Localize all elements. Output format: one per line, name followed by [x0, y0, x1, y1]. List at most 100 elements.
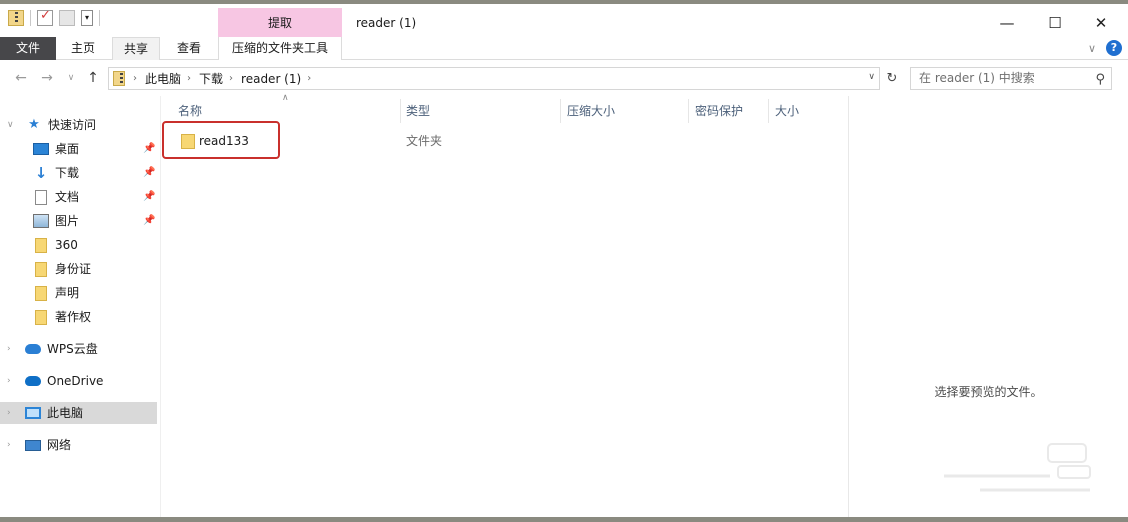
- folder-icon: [35, 309, 47, 325]
- chevron-right-icon[interactable]: ›: [133, 73, 137, 84]
- column-separator[interactable]: [560, 99, 561, 123]
- zip-folder-icon: [8, 10, 24, 26]
- pin-icon: 📌: [143, 167, 156, 178]
- chevron-right-icon[interactable]: ›: [7, 402, 11, 424]
- nav-item-network[interactable]: › 网络: [0, 434, 160, 456]
- nav-label: 桌面: [55, 142, 80, 156]
- computer-icon: [25, 407, 41, 419]
- forward-button[interactable]: →: [38, 68, 56, 88]
- tab-compressed-folder-tools[interactable]: 压缩的文件夹工具: [218, 37, 342, 60]
- expand-ribbon-icon[interactable]: ∨: [1088, 42, 1096, 55]
- properties-icon[interactable]: [37, 8, 53, 26]
- chevron-right-icon[interactable]: ›: [7, 370, 11, 392]
- nav-label: 文档: [55, 190, 80, 204]
- column-separator[interactable]: [400, 99, 401, 123]
- breadcrumb-reader[interactable]: reader (1): [241, 72, 301, 86]
- nav-item-pictures[interactable]: 图片 📌: [0, 210, 160, 232]
- column-header-size[interactable]: 大小: [775, 99, 799, 123]
- nav-item-documents[interactable]: 文档 📌: [0, 186, 160, 208]
- toolbar-separator: [99, 10, 100, 26]
- nav-label: 此电脑: [47, 406, 84, 420]
- folder-icon: [181, 134, 195, 149]
- nav-item-this-pc[interactable]: › 此电脑: [0, 402, 157, 424]
- preview-empty-message: 选择要预览的文件。: [934, 385, 1043, 399]
- help-icon[interactable]: ?: [1106, 40, 1122, 56]
- desktop-icon: [33, 143, 49, 155]
- new-folder-icon[interactable]: [59, 10, 75, 26]
- document-icon: [35, 189, 47, 205]
- nav-label: 声明: [55, 286, 80, 300]
- address-bar[interactable]: › 此电脑 › 下载 › reader (1) › ∨: [108, 67, 880, 90]
- chevron-down-icon[interactable]: ∨: [7, 114, 14, 136]
- sort-ascending-icon: ∧: [282, 93, 289, 103]
- file-name[interactable]: read133: [199, 129, 249, 153]
- file-type: 文件夹: [406, 134, 443, 148]
- column-separator[interactable]: [688, 99, 689, 123]
- maximize-button[interactable]: ☐: [1032, 8, 1078, 38]
- refresh-button[interactable]: ↻: [882, 69, 902, 89]
- ribbon-tabs: 文件 主页 共享 查看 压缩的文件夹工具 ∨ ?: [0, 37, 1128, 60]
- chevron-right-icon[interactable]: ›: [187, 73, 191, 84]
- column-header-password-protected[interactable]: 密码保护: [695, 99, 743, 123]
- chevron-right-icon[interactable]: ›: [7, 434, 11, 456]
- cloud-icon: [25, 344, 41, 354]
- nav-label: 图片: [55, 214, 80, 228]
- nav-item-desktop[interactable]: 桌面 📌: [0, 138, 160, 160]
- tab-view[interactable]: 查看: [166, 37, 212, 60]
- breadcrumb-this-pc[interactable]: 此电脑: [145, 70, 181, 87]
- navigation-pane: ∨ ★ 快速访问 桌面 📌 ↓ 下载 📌 文档 📌 图片 📌 360 身份证 声…: [0, 112, 160, 517]
- nav-item-folder[interactable]: 著作权: [0, 306, 160, 328]
- nav-item-onedrive[interactable]: › OneDrive: [0, 370, 160, 392]
- column-header-compressed-size[interactable]: 压缩大小: [567, 99, 615, 123]
- close-button[interactable]: ✕: [1078, 8, 1124, 38]
- pictures-icon: [33, 214, 49, 228]
- up-button[interactable]: ↑: [84, 68, 102, 88]
- back-button[interactable]: ←: [12, 68, 30, 88]
- folder-icon: [35, 261, 47, 277]
- column-separator[interactable]: [768, 99, 769, 123]
- chevron-right-icon[interactable]: ›: [307, 73, 311, 84]
- nav-item-folder[interactable]: 身份证: [0, 258, 160, 280]
- nav-item-downloads[interactable]: ↓ 下载 📌: [0, 162, 160, 184]
- folder-icon: [35, 237, 47, 253]
- nav-item-folder[interactable]: 声明: [0, 282, 160, 304]
- title-bar: ▾ 提取 reader (1) — ☐ ✕: [0, 4, 1128, 38]
- chevron-right-icon[interactable]: ›: [7, 338, 11, 360]
- download-icon: ↓: [34, 164, 48, 182]
- nav-label: 下载: [55, 166, 80, 180]
- search-input[interactable]: 在 reader (1) 中搜索 ⚲: [910, 67, 1112, 90]
- search-icon[interactable]: ⚲: [1095, 69, 1105, 90]
- pin-icon: 📌: [143, 215, 156, 226]
- tab-home[interactable]: 主页: [62, 37, 104, 60]
- minimize-button[interactable]: —: [984, 8, 1030, 38]
- pin-icon: 📌: [143, 143, 156, 154]
- nav-label: 网络: [47, 438, 72, 452]
- address-dropdown-icon[interactable]: ∨: [868, 72, 875, 82]
- window-frame-bottom: [0, 517, 1128, 522]
- star-icon: ★: [28, 117, 40, 132]
- nav-item-folder[interactable]: 360: [0, 234, 160, 256]
- window-title: reader (1): [356, 16, 417, 30]
- nav-quick-access[interactable]: ∨ ★ 快速访问: [0, 114, 160, 136]
- column-header-type[interactable]: 类型: [406, 99, 430, 123]
- preview-pane-divider[interactable]: [848, 96, 849, 517]
- recent-locations-button[interactable]: ∨: [62, 68, 80, 88]
- tab-share[interactable]: 共享: [112, 37, 160, 60]
- folder-icon: [35, 285, 47, 301]
- file-row[interactable]: read133 文件夹: [162, 121, 846, 159]
- customize-toolbar-icon[interactable]: ▾: [81, 10, 93, 26]
- network-icon: [25, 439, 41, 451]
- onedrive-icon: [25, 376, 41, 386]
- nav-label: OneDrive: [47, 374, 104, 388]
- nav-label: 身份证: [55, 262, 92, 276]
- nav-label: 快速访问: [48, 118, 97, 132]
- watermark-logo: [944, 443, 1091, 492]
- column-header-name[interactable]: 名称: [178, 99, 202, 123]
- chevron-right-icon[interactable]: ›: [229, 73, 233, 84]
- ribbon-right-controls: ∨ ?: [1088, 40, 1122, 56]
- tab-file[interactable]: 文件: [0, 37, 56, 60]
- context-tab-header: 提取: [218, 8, 342, 38]
- nav-item-wps-cloud[interactable]: › WPS云盘: [0, 338, 160, 360]
- breadcrumb-downloads[interactable]: 下载: [199, 70, 223, 87]
- pin-icon: 📌: [143, 191, 156, 202]
